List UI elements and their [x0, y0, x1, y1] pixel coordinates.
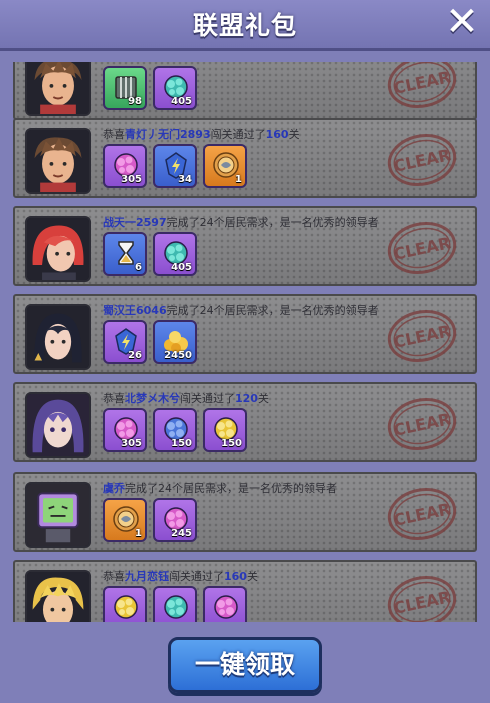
avatar-brown-hair [27, 62, 89, 114]
clear-stamp: CLEAR [382, 569, 461, 622]
clear-stamp: CLEAR [382, 303, 461, 368]
item-count: 305 [121, 438, 142, 449]
avatar-blonde [27, 572, 89, 622]
notice-message: 恭喜北梦メ木兮闯关通过了120关 [103, 390, 269, 406]
message-text: 关 [246, 570, 258, 583]
avatar-brown-hair [27, 130, 89, 192]
reward-item[interactable]: 150 [153, 408, 197, 452]
message-text: 恭喜 [103, 570, 125, 583]
avatar-dark-hair [27, 306, 89, 368]
player-avatar [25, 570, 91, 622]
item-count: 305 [121, 174, 142, 185]
reward-item[interactable]: 34 [153, 144, 197, 188]
reward-card: 战天一2597完成了24个居民需求，是一名优秀的领导者 6 405 CLEAR [13, 206, 477, 286]
reward-card: 蜀汉王6046完成了24个居民需求，是一名优秀的领导者 26 2450 CLEA… [13, 294, 477, 374]
reward-item[interactable]: 26 [103, 320, 147, 364]
clear-stamp: CLEAR [382, 62, 461, 115]
claim-all-button[interactable]: 一键领取 [168, 637, 322, 693]
highlight-text: 虞乔 [103, 482, 125, 495]
highlight-text: 120 [235, 392, 258, 405]
item-count: 6 [135, 262, 142, 273]
teal-orb-icon [164, 595, 188, 619]
message-text: 关 [257, 392, 269, 405]
reward-item[interactable]: 6 [103, 232, 147, 276]
reward-card: 恭喜北梦メ木兮闯关通过了120关 305 150 150 CLEAR [13, 382, 477, 462]
notice-message: 恭喜青灯丿无门2893闯关通过了160关 [103, 126, 300, 142]
item-count: 150 [221, 438, 242, 449]
message-text: 恭喜 [103, 128, 125, 141]
item-count: 150 [171, 438, 192, 449]
player-avatar [25, 482, 91, 548]
message-text: 关 [288, 128, 300, 141]
reward-item[interactable]: 305 [103, 144, 147, 188]
highlight-text: 160 [265, 128, 289, 141]
highlight-text: 蜀汉王6046 [103, 304, 167, 317]
notice-message: 恭喜九月恋钰闯关通过了160关 [103, 568, 258, 584]
notice-message: 战天一2597完成了24个居民需求，是一名优秀的领导者 [103, 214, 379, 230]
yellow-orb-icon [114, 595, 138, 619]
reward-item[interactable] [203, 586, 247, 622]
message-text: 完成了24个居民需求，是一名优秀的领导者 [125, 482, 337, 495]
reward-card: 虞乔完成了24个居民需求，是一名优秀的领导者 1 245 CLEAR [13, 472, 477, 552]
message-text: 闯关通过了 [169, 570, 224, 583]
clear-stamp: CLEAR [382, 215, 461, 280]
item-count: 98 [128, 96, 142, 107]
page-title: 联盟礼包 [192, 11, 297, 40]
reward-item[interactable]: 1 [203, 144, 247, 188]
clear-stamp: CLEAR [382, 127, 461, 192]
player-avatar [25, 392, 91, 458]
reward-item[interactable]: 150 [203, 408, 247, 452]
message-text: 闯关通过了 [180, 392, 235, 405]
message-text: 完成了24个居民需求，是一名优秀的领导者 [166, 216, 379, 229]
gift-list[interactable]: 98 405 CLEAR 恭喜青灯丿无门2893闯关通过了160关 305 34… [13, 62, 477, 622]
reward-card: 98 405 CLEAR [13, 62, 477, 120]
clear-stamp: CLEAR [382, 481, 461, 546]
notice-message: 虞乔完成了24个居民需求，是一名优秀的领导者 [103, 480, 337, 496]
item-count: 1 [135, 528, 142, 539]
player-avatar [25, 304, 91, 370]
player-avatar [25, 216, 91, 282]
reward-item[interactable]: 1 [103, 498, 147, 542]
item-count: 1 [235, 174, 242, 185]
message-text: 恭喜 [103, 392, 125, 405]
item-count: 245 [171, 528, 192, 539]
highlight-text: 战天一2597 [103, 216, 167, 229]
clear-stamp: CLEAR [382, 391, 461, 456]
avatar-purple-hair [27, 394, 89, 456]
reward-card: 恭喜九月恋钰闯关通过了160关 CLEAR [13, 560, 477, 622]
message-text: 闯关通过了 [210, 128, 266, 141]
reward-card: 恭喜青灯丿无门2893闯关通过了160关 305 34 1 CLEAR [13, 118, 477, 198]
highlight-text: 九月恋钰 [125, 570, 169, 583]
avatar-robot [27, 484, 89, 546]
item-count: 2450 [164, 350, 192, 361]
player-avatar [25, 128, 91, 194]
close-icon[interactable]: ✕ [442, 2, 482, 42]
item-count: 34 [178, 174, 192, 185]
item-count: 405 [171, 262, 192, 273]
item-count: 405 [171, 96, 192, 107]
player-avatar [25, 62, 91, 116]
reward-item[interactable] [153, 586, 197, 622]
reward-item[interactable]: 245 [153, 498, 197, 542]
message-text: 完成了24个居民需求，是一名优秀的领导者 [166, 304, 379, 317]
reward-item[interactable]: 98 [103, 66, 147, 110]
item-count: 26 [128, 350, 142, 361]
reward-item[interactable]: 405 [153, 232, 197, 276]
reward-item[interactable]: 2450 [153, 320, 197, 364]
avatar-red-hair [27, 218, 89, 280]
pink-orb-icon [214, 595, 238, 619]
notice-message: 蜀汉王6046完成了24个居民需求，是一名优秀的领导者 [103, 302, 379, 318]
highlight-text: 青灯丿无门2893 [125, 128, 211, 141]
highlight-text: 北梦メ木兮 [125, 392, 180, 405]
reward-item[interactable]: 305 [103, 408, 147, 452]
reward-item[interactable] [103, 586, 147, 622]
reward-item[interactable]: 405 [153, 66, 197, 110]
header-bar: 联盟礼包 ✕ [0, 0, 490, 51]
highlight-text: 160 [224, 570, 247, 583]
